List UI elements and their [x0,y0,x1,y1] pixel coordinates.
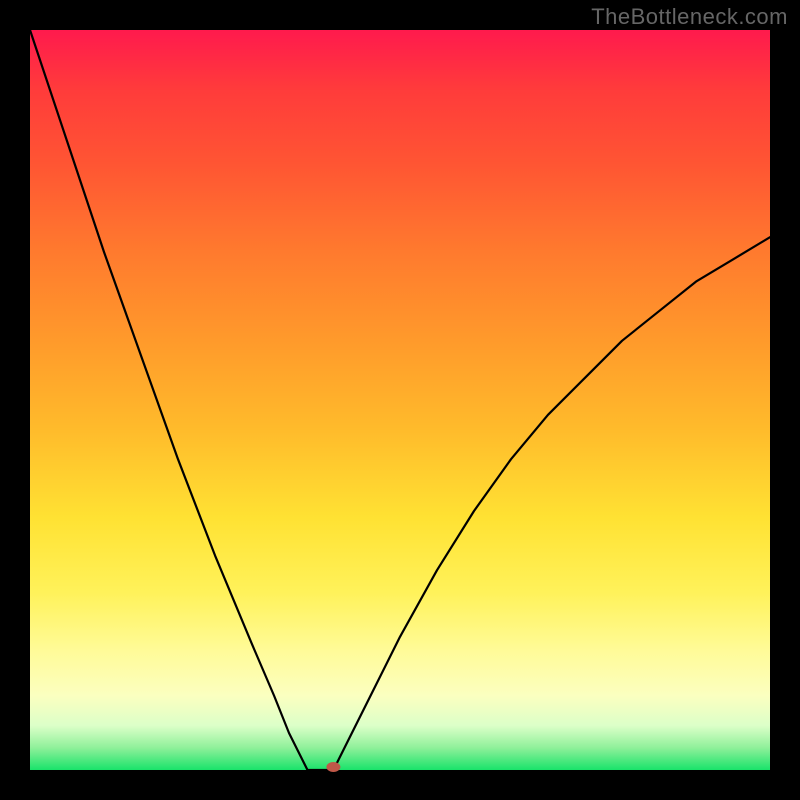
chart-frame: TheBottleneck.com [0,0,800,800]
plot-area [30,30,770,770]
marker-dot [326,762,340,772]
chart-svg [30,30,770,770]
curve-right-branch [333,237,770,770]
curve-left-branch [30,30,308,770]
watermark-text: TheBottleneck.com [591,4,788,30]
